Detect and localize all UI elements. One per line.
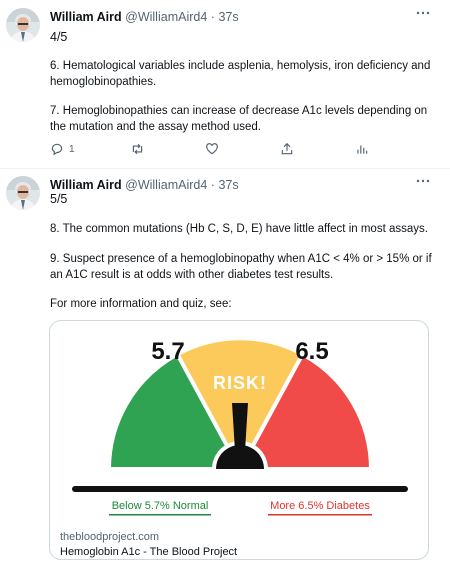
author-name[interactable]: William Aird xyxy=(50,178,122,192)
tweet-actions: 1 xyxy=(50,142,390,160)
card-domain[interactable]: thebloodproject.com xyxy=(60,530,237,545)
right-caption-underline xyxy=(268,514,372,516)
tweet-header: William Aird @WilliamAird4 · 37s xyxy=(50,10,239,24)
tweet-4-of-5[interactable]: William Aird @WilliamAird4 · 37s 4/5 6. … xyxy=(0,0,450,168)
share-icon xyxy=(280,142,294,156)
link-card[interactable]: 5.7 6.5 RISK! Below 5.7% Normal More 6.5… xyxy=(49,320,429,560)
retweet-icon xyxy=(130,142,145,156)
card-title[interactable]: Hemoglobin A1c - The Blood Project xyxy=(60,545,237,559)
card-meta: thebloodproject.com Hemoglobin A1c - The… xyxy=(60,530,237,559)
tweet-time[interactable]: 37s xyxy=(218,178,238,192)
tweet-paragraph: 6. Hematological variables include asple… xyxy=(50,60,431,88)
tweet-header: William Aird @WilliamAird4 · 37s xyxy=(50,178,239,192)
author-avatar[interactable] xyxy=(6,8,40,42)
like-button[interactable] xyxy=(205,142,219,156)
retweet-button[interactable] xyxy=(130,142,145,156)
risk-label: RISK! xyxy=(213,373,267,393)
thread-counter: 4/5 xyxy=(50,30,68,44)
reply-button[interactable]: 1 xyxy=(50,142,75,156)
risk-gauge-graphic: 5.7 6.5 RISK! Below 5.7% Normal More 6.5… xyxy=(72,336,408,516)
analytics-icon xyxy=(355,142,369,156)
right-caption: More 6.5% Diabetes xyxy=(270,500,370,512)
tweet-time[interactable]: 37s xyxy=(218,10,238,24)
card-image[interactable]: 5.7 6.5 RISK! Below 5.7% Normal More 6.5… xyxy=(50,321,428,525)
tweet-paragraph: For more information and quiz, see: xyxy=(50,298,232,310)
reply-count: 1 xyxy=(69,143,75,155)
author-handle[interactable]: @WilliamAird4 xyxy=(125,178,207,192)
left-caption-underline xyxy=(109,514,211,516)
author-avatar[interactable] xyxy=(6,176,40,210)
like-icon xyxy=(205,142,219,156)
header-separator: · xyxy=(210,178,215,192)
right-threshold-value: 6.5 xyxy=(295,338,328,365)
reply-icon xyxy=(50,142,64,156)
author-name[interactable]: William Aird xyxy=(50,10,122,24)
more-icon[interactable] xyxy=(416,174,430,191)
analytics-button[interactable] xyxy=(355,142,369,156)
gauge-baseline xyxy=(72,486,408,492)
thread-counter: 5/5 xyxy=(50,192,68,206)
tweet-paragraph: 9. Suspect presence of a hemoglobinopath… xyxy=(50,253,432,281)
share-button[interactable] xyxy=(280,142,294,156)
tweet-paragraph: 8. The common mutations (Hb C, S, D, E) … xyxy=(50,223,428,235)
author-handle[interactable]: @WilliamAird4 xyxy=(125,10,207,24)
more-icon[interactable] xyxy=(416,6,430,23)
left-threshold-value: 5.7 xyxy=(151,338,184,365)
header-separator: · xyxy=(210,10,215,24)
left-caption: Below 5.7% Normal xyxy=(112,500,209,512)
tweet-paragraph: 7. Hemoglobinopathies can increase of de… xyxy=(50,105,428,133)
